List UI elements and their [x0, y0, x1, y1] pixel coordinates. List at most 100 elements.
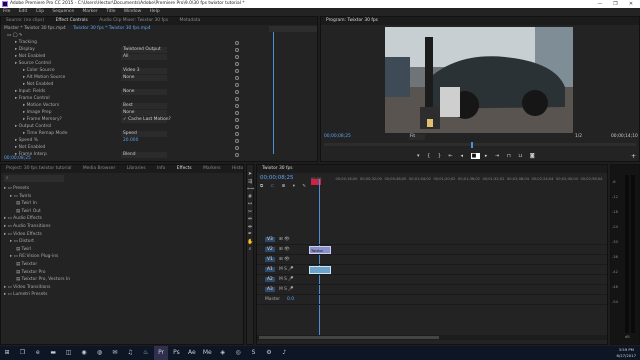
go-to-in-icon[interactable]: ⇤ — [449, 153, 456, 159]
effect-property-row[interactable]: ▸ Color Source Video 3 — [1, 67, 317, 74]
tab-metadata[interactable]: Metadata — [175, 17, 206, 25]
music-icon[interactable]: ♪ — [277, 346, 291, 360]
effects-tree-item[interactable]: ▤ Twirl — [4, 246, 234, 254]
reset-keyframe-icon[interactable] — [235, 117, 239, 122]
step-back-icon[interactable]: ◂ — [460, 153, 466, 159]
tab-markers[interactable]: Markers — [198, 165, 225, 173]
effects-tree-item[interactable]: ▤ Twirl Out — [4, 208, 234, 216]
nest-icon[interactable]: ⧉ — [260, 184, 266, 189]
reset-keyframe-icon[interactable] — [235, 61, 239, 66]
track-controls-icon[interactable]: ⊞ 👁 — [279, 247, 290, 252]
program-playhead[interactable] — [471, 142, 473, 148]
photoshop-taskbar-icon[interactable]: Ps — [169, 346, 183, 360]
effect-property-value[interactable]: Blend — [121, 151, 167, 158]
timeline-scrollbar[interactable] — [257, 335, 607, 340]
extract-icon[interactable]: ⊔ — [518, 153, 525, 159]
file-explorer-icon[interactable]: ▬ — [46, 346, 60, 360]
menu-sequence[interactable]: Sequence — [52, 9, 74, 14]
track-select-tool-icon[interactable]: ⇶ — [247, 179, 253, 187]
effect-property-row[interactable]: ▸ Not Enabled All — [1, 53, 317, 60]
reset-keyframe-icon[interactable] — [235, 82, 239, 87]
audio-clip[interactable] — [309, 266, 331, 274]
effect-property-value[interactable]: Video 3 — [121, 67, 167, 74]
edge-icon[interactable]: e — [31, 346, 45, 360]
effect-property-value[interactable]: None — [121, 109, 167, 116]
chrome-icon[interactable]: ◉ — [77, 346, 91, 360]
track-label[interactable]: A1 — [265, 267, 275, 272]
ripple-edit-tool-icon[interactable]: ⟺ — [247, 186, 254, 194]
time-ruler[interactable]: 00;0000;00;16;0000;00;32;0000;00;48;0000… — [311, 177, 607, 187]
effect-property-row[interactable]: ▸ Alt Motion Source None — [1, 74, 317, 81]
effect-property-row[interactable]: ▸ Source Control — [1, 60, 317, 67]
effect-property-row[interactable]: ▸ Display Twixtored Output — [1, 46, 317, 53]
effects-tree-item[interactable]: ▸ ▭ Presets — [4, 185, 234, 193]
reset-keyframe-icon[interactable] — [235, 103, 239, 108]
track-row[interactable]: V1 ⊞ 👁 — [257, 255, 607, 265]
effect-property-row[interactable]: ▸ Frame Memory? ✓ Cache Last Motion? — [1, 116, 317, 123]
effect-property-row[interactable]: ▸ Time Remap Mode Speed — [1, 130, 317, 137]
linked-selection-icon[interactable]: ⊞ — [282, 184, 289, 189]
maximize-button[interactable]: ❐ — [608, 0, 622, 8]
menu-title[interactable]: Title — [106, 9, 115, 14]
track-row[interactable]: A2 M S 🎤 — [257, 275, 607, 285]
close-button[interactable]: ✕ — [624, 0, 638, 8]
tab-project[interactable]: Project: 30 fps twixtor tutorial — [1, 165, 76, 173]
effect-property-value[interactable]: Best — [121, 102, 167, 109]
button-editor-icon[interactable]: + — [631, 153, 636, 160]
reset-keyframe-icon[interactable] — [235, 124, 239, 129]
reset-keyframe-icon[interactable] — [235, 138, 239, 143]
menu-marker[interactable]: Marker — [82, 9, 97, 14]
effects-tree-item[interactable]: ▸ ▭ Distort — [4, 238, 234, 246]
effect-property-row[interactable]: ▸ Not Enabled — [1, 81, 317, 88]
export-frame-icon[interactable]: ◙ — [530, 153, 538, 159]
effect-property-row[interactable]: ▸ Output Control — [1, 123, 317, 130]
effect-property-row[interactable]: ▸ Frame Control — [1, 95, 317, 102]
reset-keyframe-icon[interactable] — [235, 89, 239, 94]
master-track[interactable]: Master 0.0 — [257, 295, 607, 305]
sequence-clip-label[interactable]: Twixtor 30 fps * Twixtor 30 fps.mp4 — [73, 26, 150, 31]
skype-icon[interactable]: S — [247, 346, 261, 360]
pen-tool-icon[interactable]: ✒ — [247, 231, 253, 239]
snap-icon[interactable]: ⊂ — [271, 184, 278, 189]
video-clip[interactable]: Twixtor — [309, 246, 331, 254]
slip-tool-icon[interactable]: ⇹ — [247, 216, 253, 224]
effect-property-value[interactable]: None — [121, 88, 167, 95]
effects-search-input[interactable]: ⌕ — [4, 175, 64, 182]
effect-property-row[interactable]: ▸ Tracking — [1, 39, 317, 46]
reset-keyframe-icon[interactable] — [235, 96, 239, 101]
effect-property-value[interactable]: None — [121, 74, 167, 81]
tab-effects[interactable]: Effects — [172, 165, 197, 173]
hand-tool-icon[interactable]: ✋ — [247, 239, 253, 247]
reset-keyframe-icon[interactable] — [235, 40, 239, 45]
track-label[interactable]: V1 — [265, 257, 275, 262]
track-controls-icon[interactable]: M S 🎤 — [279, 287, 294, 292]
track-label[interactable]: V2 — [265, 247, 275, 252]
rate-stretch-tool-icon[interactable]: ↔ — [247, 201, 253, 209]
ec-timecode[interactable]: 00;00;08;25 — [4, 156, 31, 161]
effect-property-row[interactable]: ▸ Image Prep None — [1, 109, 317, 116]
mark-out-icon[interactable]: } — [438, 153, 444, 159]
play-icon[interactable]: ■ — [470, 153, 481, 159]
store-icon[interactable]: ◫ — [62, 346, 76, 360]
task-view-icon[interactable]: ❐ — [15, 346, 29, 360]
tab-history[interactable]: History — [227, 165, 243, 173]
reset-keyframe-icon[interactable] — [235, 75, 239, 80]
track-controls-icon[interactable]: M S 🎤 — [279, 267, 294, 272]
razor-tool-icon[interactable]: ✂ — [247, 209, 253, 217]
tab-sequence[interactable]: Twixtor 30 fps — [257, 165, 298, 173]
rolling-edit-tool-icon[interactable]: # — [247, 194, 253, 202]
track-row[interactable]: V2 ⊞ 👁 Twixtor — [257, 245, 607, 255]
tab-program[interactable]: Program: Twixtor 30 fps — [321, 17, 383, 25]
menu-edit[interactable]: Edit — [19, 9, 28, 14]
lift-icon[interactable]: ⊓ — [507, 153, 514, 159]
steam-icon[interactable]: ♨ — [139, 346, 153, 360]
pen-mask-icon[interactable]: ✎ — [19, 32, 23, 39]
rect-mask-icon[interactable]: ▭ — [7, 32, 11, 39]
menu-window[interactable]: Window — [124, 9, 141, 14]
mark-in-icon[interactable]: { — [427, 153, 433, 159]
reset-keyframe-icon[interactable] — [235, 68, 239, 73]
effect-property-value[interactable]: All — [121, 53, 167, 60]
ellipse-mask-icon[interactable]: ◯ — [13, 32, 18, 39]
effects-tree-item[interactable]: ▸ ▭ Audio Effects — [4, 215, 234, 223]
firefox-icon[interactable]: ◍ — [92, 346, 106, 360]
